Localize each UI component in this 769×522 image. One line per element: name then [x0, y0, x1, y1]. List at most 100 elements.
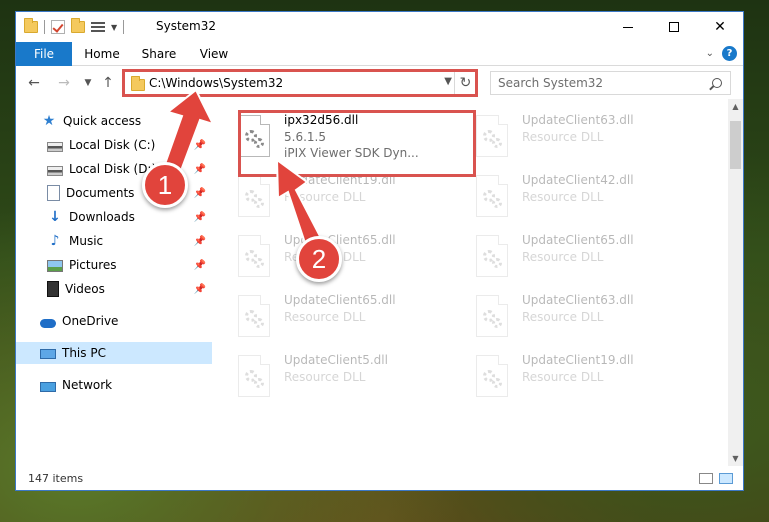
pin-icon[interactable]: 📌 — [194, 140, 206, 151]
minimize-icon — [623, 26, 633, 28]
tab-file[interactable]: File — [16, 42, 72, 66]
forward-arrow-icon[interactable]: → — [56, 73, 72, 93]
sidebar-item-label: This PC — [62, 346, 106, 360]
tiles-view-icon[interactable] — [719, 473, 733, 484]
file-description: Resource DLL — [284, 370, 366, 384]
dll-file-icon — [476, 355, 508, 397]
file-description: Resource DLL — [522, 130, 604, 144]
sidebar-item-label: Music — [69, 234, 104, 248]
pictures-icon — [47, 260, 63, 272]
folder-icon — [24, 18, 38, 33]
ribbon-tabs: File Home Share View ⌄ ? — [16, 42, 743, 66]
file-description: Resource DLL — [522, 310, 604, 324]
pin-icon[interactable]: 📌 — [194, 236, 206, 247]
music-icon: ♪ — [50, 233, 60, 249]
sidebar-item-label: Downloads — [69, 210, 135, 224]
star-icon: ★ — [42, 113, 56, 129]
tab-view[interactable]: View — [194, 42, 234, 66]
window-title: System32 — [156, 19, 217, 33]
help-icon[interactable]: ? — [722, 46, 737, 61]
new-folder-icon[interactable] — [71, 18, 85, 33]
sidebar-item-videos[interactable]: Videos 📌 — [16, 278, 212, 300]
navigation-bar: ← → ▼ ↑ C:\Windows\System32 ▼ ↻ Search S… — [16, 69, 743, 97]
maximize-button[interactable] — [651, 12, 697, 42]
file-description: Resource DLL — [284, 190, 366, 204]
tab-share[interactable]: Share — [136, 42, 182, 66]
sidebar-item-label: Local Disk (D:) — [69, 162, 157, 176]
sidebar-item-onedrive[interactable]: OneDrive — [16, 310, 212, 332]
pin-icon[interactable]: 📌 — [194, 284, 206, 295]
file-item[interactable]: UpdateClient65.dll Resource DLL — [238, 291, 468, 345]
documents-icon — [47, 185, 60, 201]
scrollbar-thumb[interactable] — [730, 121, 741, 169]
sidebar-item-label: Pictures — [69, 258, 117, 272]
file-item[interactable]: UpdateClient63.dll Resource DLL — [476, 291, 706, 345]
toolbar-dropdown-icon[interactable]: ▼ — [111, 23, 117, 32]
file-item[interactable]: UpdateClient63.dll Resource DLL — [476, 111, 706, 165]
scroll-up-icon[interactable]: ▲ — [728, 99, 743, 114]
file-item[interactable]: UpdateClient65.dll Resource DLL — [238, 231, 468, 285]
file-name: UpdateClient65.dll — [284, 293, 396, 307]
dll-file-icon — [238, 235, 270, 277]
pin-icon[interactable]: 📌 — [194, 260, 206, 271]
cloud-icon — [40, 318, 56, 328]
file-description: Resource DLL — [522, 370, 604, 384]
maximize-icon — [669, 22, 679, 32]
file-highlight-box — [238, 110, 476, 177]
file-description: Resource DLL — [522, 190, 604, 204]
sidebar-item-label: Documents — [66, 186, 135, 200]
properties-check-icon[interactable] — [51, 20, 65, 34]
drive-icon — [47, 165, 63, 176]
status-bar: 147 items — [16, 468, 743, 490]
toolbar-separator — [44, 20, 45, 34]
recent-locations-icon[interactable]: ▼ — [80, 73, 96, 93]
file-item[interactable]: UpdateClient19.dll Resource DLL — [238, 171, 468, 225]
dll-file-icon — [238, 295, 270, 337]
navigation-pane: ★ Quick access Local Disk (C:) 📌 Local D… — [16, 105, 212, 465]
callout-badge-2: 2 — [296, 236, 342, 282]
ribbon-right-controls: ⌄ ? — [706, 46, 737, 61]
details-view-icon[interactable] — [699, 473, 713, 484]
file-item[interactable]: UpdateClient19.dll Resource DLL — [476, 351, 706, 405]
file-item[interactable]: UpdateClient5.dll Resource DLL — [238, 351, 468, 405]
pin-icon[interactable]: 📌 — [194, 188, 206, 199]
sidebar-item-label: Videos — [65, 282, 105, 296]
sidebar-item-label: Local Disk (C:) — [69, 138, 156, 152]
file-description: Resource DLL — [284, 310, 366, 324]
quick-access-toolbar: ▼ — [24, 18, 125, 36]
file-item[interactable]: UpdateClient42.dll Resource DLL — [476, 171, 706, 225]
scroll-down-icon[interactable]: ▼ — [728, 451, 743, 466]
minimize-button[interactable] — [605, 12, 651, 42]
vertical-scrollbar[interactable]: ▲ ▼ — [728, 99, 743, 466]
sidebar-item-downloads[interactable]: ↓ Downloads 📌 — [16, 206, 212, 228]
back-arrow-icon[interactable]: ← — [26, 73, 42, 93]
sidebar-item-label: Network — [62, 378, 113, 392]
explorer-window: ▼ System32 ✕ File Home Share View ⌄ ? ← … — [15, 11, 744, 491]
sidebar-item-this-pc[interactable]: This PC — [16, 342, 212, 364]
item-count: 147 items — [28, 472, 84, 485]
pin-icon[interactable]: 📌 — [194, 164, 206, 175]
file-description: Resource DLL — [522, 250, 604, 264]
pin-icon[interactable]: 📌 — [194, 212, 206, 223]
file-name: UpdateClient42.dll — [522, 173, 634, 187]
file-item[interactable]: UpdateClient65.dll Resource DLL — [476, 231, 706, 285]
expand-ribbon-icon[interactable]: ⌄ — [706, 48, 714, 59]
customize-toolbar-icon[interactable] — [91, 20, 105, 34]
tab-home[interactable]: Home — [80, 42, 124, 66]
file-name: UpdateClient5.dll — [284, 353, 388, 367]
sidebar-item-pictures[interactable]: Pictures 📌 — [16, 254, 212, 276]
title-bar: ▼ System32 ✕ — [16, 12, 743, 42]
up-arrow-icon[interactable]: ↑ — [100, 73, 116, 93]
sidebar-item-local-disk-c[interactable]: Local Disk (C:) 📌 — [16, 134, 212, 156]
dll-file-icon — [238, 175, 270, 217]
file-name: UpdateClient19.dll — [522, 353, 634, 367]
close-button[interactable]: ✕ — [697, 12, 743, 42]
sidebar-item-music[interactable]: ♪ Music 📌 — [16, 230, 212, 252]
file-name: UpdateClient63.dll — [522, 113, 634, 127]
callout-badge-1: 1 — [142, 162, 188, 208]
network-icon — [40, 381, 56, 392]
sidebar-item-quick-access[interactable]: ★ Quick access — [16, 110, 212, 132]
search-input[interactable]: Search System32 — [490, 71, 731, 95]
dll-file-icon — [238, 355, 270, 397]
sidebar-item-network[interactable]: Network — [16, 374, 212, 396]
